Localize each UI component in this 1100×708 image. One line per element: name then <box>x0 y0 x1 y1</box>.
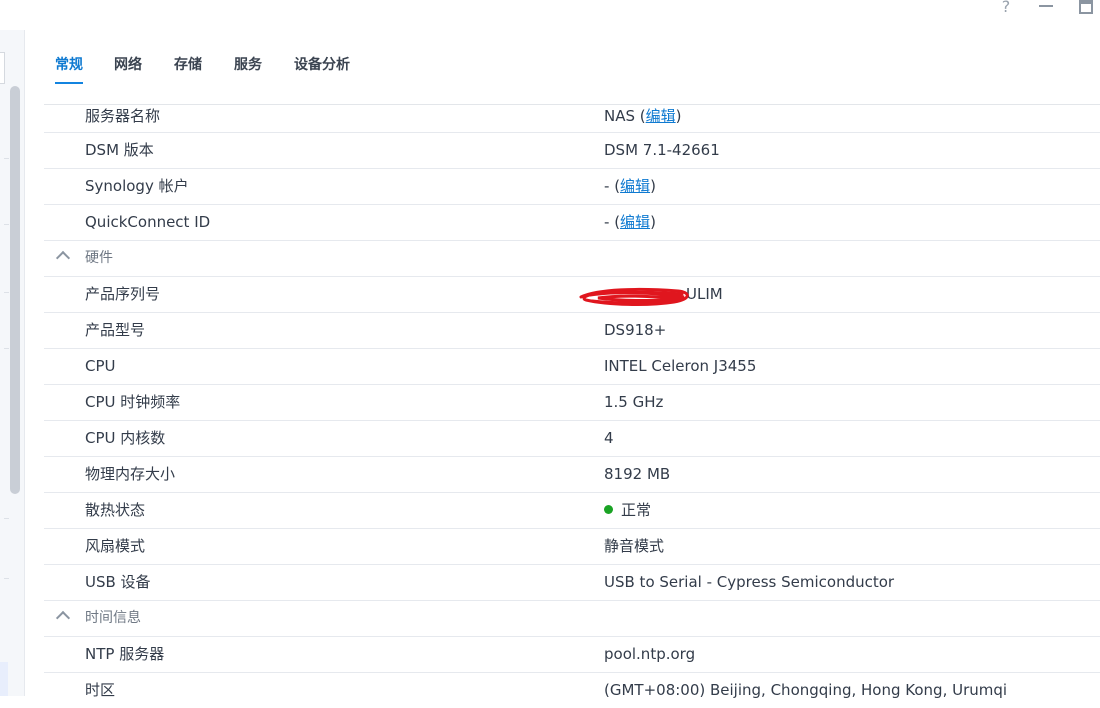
thermal-status-text: 正常 <box>621 501 652 519</box>
sidebar-pane <box>0 30 25 696</box>
chevron-up-icon[interactable] <box>55 250 71 266</box>
quickconnect-value: - (编辑) <box>604 213 656 231</box>
tab-label: 存储 <box>174 57 202 73</box>
quickconnect-text: - <box>604 213 610 231</box>
usb-device-value: USB to Serial - Cypress Semiconductor <box>604 573 895 591</box>
cpu-cores-label: CPU 内核数 <box>85 429 166 447</box>
table-row: 风扇模式 静音模式 <box>44 529 1100 565</box>
dsm-version-value: DSM 7.1-42661 <box>604 141 720 159</box>
timezone-value: (GMT+08:00) Beijing, Chongqing, Hong Kon… <box>604 681 1008 699</box>
usb-device-label: USB 设备 <box>85 573 151 591</box>
server-name-text: NAS <box>604 107 636 125</box>
section-header-time[interactable]: 时间信息 <box>44 601 1100 637</box>
fan-mode-label: 风扇模式 <box>85 537 146 555</box>
info-table: 服务器名称 NAS (编辑) DSM 版本 DSM 7.1-42661 Syno… <box>44 104 1100 708</box>
table-row: 时区 (GMT+08:00) Beijing, Chongqing, Hong … <box>44 673 1100 708</box>
model-label: 产品型号 <box>85 321 146 339</box>
tab-services[interactable]: 服务 <box>234 54 262 76</box>
tab-label: 常规 <box>55 57 83 73</box>
model-value: DS918+ <box>604 321 667 339</box>
serial-number-label: 产品序列号 <box>85 285 161 303</box>
sidebar-divider <box>4 224 9 225</box>
status-dot-icon <box>604 505 613 514</box>
window-titlebar: ? <box>0 0 1100 30</box>
synology-account-value: - (编辑) <box>604 177 656 195</box>
cpu-value: INTEL Celeron J3455 <box>604 357 757 375</box>
maximize-box <box>1079 0 1093 14</box>
dsm-version-label: DSM 版本 <box>85 141 154 159</box>
sidebar-divider <box>4 578 9 579</box>
ntp-server-value: pool.ntp.org <box>604 645 696 663</box>
maximize-icon[interactable] <box>1076 0 1096 16</box>
sidebar-divider <box>4 348 9 349</box>
section-header-hardware[interactable]: 硬件 <box>44 241 1100 277</box>
sidebar-selected-item[interactable] <box>0 662 8 696</box>
table-row: 散热状态 正常 <box>44 493 1100 529</box>
table-row: NTP 服务器 pool.ntp.org <box>44 637 1100 673</box>
cpu-cores-value: 4 <box>604 429 614 447</box>
timezone-label: 时区 <box>85 681 116 699</box>
synology-account-label: Synology 帐户 <box>85 177 189 195</box>
table-row: 产品型号 DS918+ <box>44 313 1100 349</box>
sidebar-scrollbar[interactable] <box>10 86 20 494</box>
memory-label: 物理内存大小 <box>85 465 176 483</box>
table-row: CPU INTEL Celeron J3455 <box>44 349 1100 385</box>
minimize-bar <box>1039 5 1053 7</box>
sidebar-divider <box>4 158 9 159</box>
memory-value: 8192 MB <box>604 465 671 483</box>
tab-label: 网络 <box>114 57 142 73</box>
sidebar-divider <box>4 292 9 293</box>
table-row: QuickConnect ID - (编辑) <box>44 205 1100 241</box>
table-row: CPU 时钟频率 1.5 GHz <box>44 385 1100 421</box>
table-row: USB 设备 USB to Serial - Cypress Semicondu… <box>44 565 1100 601</box>
section-title: 时间信息 <box>85 610 141 626</box>
synology-account-text: - <box>604 177 610 195</box>
edit-server-name-link[interactable]: 编辑 <box>646 107 676 125</box>
table-row: 产品序列号 ULIM <box>44 277 1100 313</box>
minimize-icon[interactable] <box>1036 0 1056 16</box>
table-row: 服务器名称 NAS (编辑) <box>44 104 1100 133</box>
sidebar-edge <box>0 52 5 84</box>
section-title: 硬件 <box>85 250 113 266</box>
redaction-scribble <box>579 287 689 306</box>
cpu-clock-value: 1.5 GHz <box>604 393 664 411</box>
tab-bar: 常规 网络 存储 服务 设备分析 <box>44 30 1100 105</box>
table-row: CPU 内核数 4 <box>44 421 1100 457</box>
tab-network[interactable]: 网络 <box>114 54 142 76</box>
tab-device-analysis[interactable]: 设备分析 <box>294 54 350 76</box>
active-tab-indicator <box>55 82 83 84</box>
server-name-value: NAS (编辑) <box>604 107 682 125</box>
table-row: DSM 版本 DSM 7.1-42661 <box>44 133 1100 169</box>
table-row: 物理内存大小 8192 MB <box>44 457 1100 493</box>
tab-label: 服务 <box>234 57 262 73</box>
quickconnect-label: QuickConnect ID <box>85 213 211 231</box>
table-row: Synology 帐户 - (编辑) <box>44 169 1100 205</box>
thermal-status-label: 散热状态 <box>85 501 146 519</box>
sidebar-divider <box>4 518 9 519</box>
cpu-label: CPU <box>85 357 116 375</box>
thermal-status-value: 正常 <box>604 493 651 528</box>
edit-synology-account-link[interactable]: 编辑 <box>620 177 650 195</box>
cpu-clock-label: CPU 时钟频率 <box>85 393 181 411</box>
server-name-label: 服务器名称 <box>85 107 161 125</box>
chevron-up-icon[interactable] <box>55 610 71 626</box>
tab-general[interactable]: 常规 <box>55 54 83 84</box>
tab-storage[interactable]: 存储 <box>174 54 202 76</box>
edit-quickconnect-link[interactable]: 编辑 <box>620 213 650 231</box>
ntp-server-label: NTP 服务器 <box>85 645 165 663</box>
tab-label: 设备分析 <box>294 57 350 73</box>
help-icon[interactable]: ? <box>996 0 1016 16</box>
fan-mode-value: 静音模式 <box>604 537 665 555</box>
